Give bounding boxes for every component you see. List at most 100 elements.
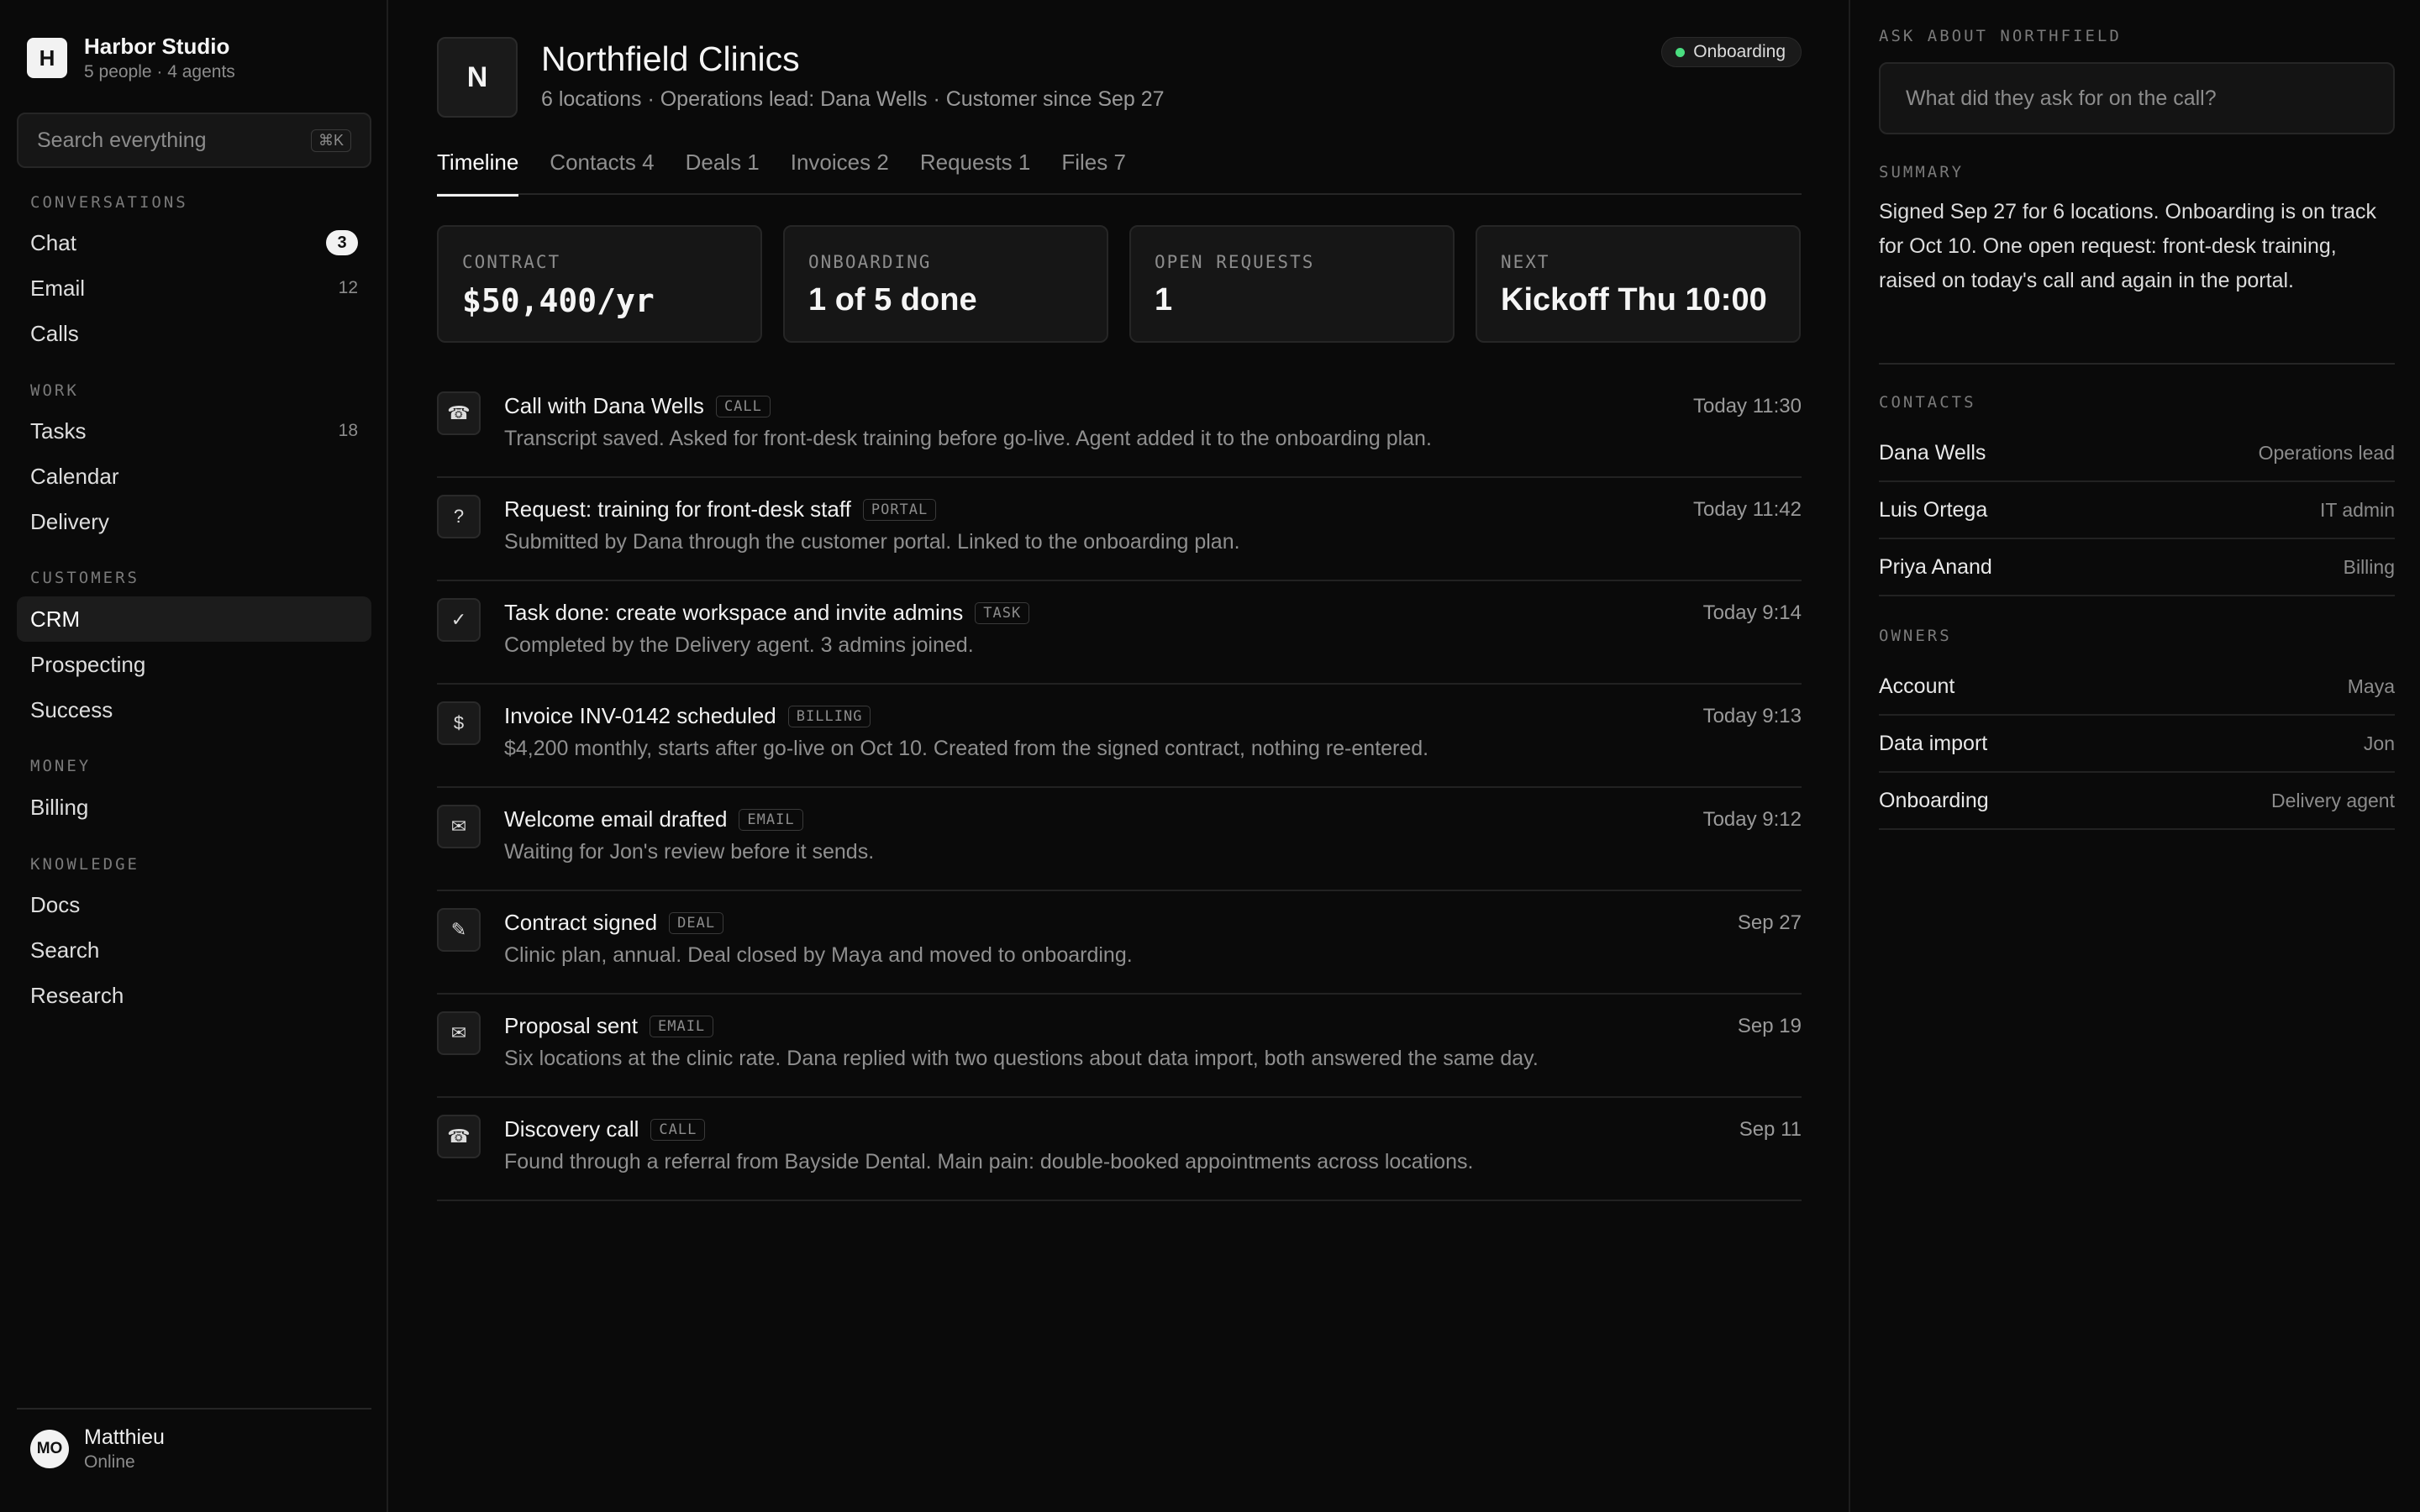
sidebar-item-search[interactable]: Search bbox=[17, 927, 371, 973]
contact-role: Billing bbox=[2343, 555, 2395, 578]
user-name: Matthieu bbox=[84, 1425, 165, 1449]
timeline-item[interactable]: ✉ Proposal sent EMAIL Six locations at t… bbox=[437, 995, 1802, 1098]
divider bbox=[1879, 363, 2395, 365]
stat-card-onboarding: ONBOARDING 1 of 5 done bbox=[783, 225, 1108, 343]
stats-row: CONTRACT $50,400/yr ONBOARDING 1 of 5 do… bbox=[437, 225, 1802, 343]
sidebar-item-tasks[interactable]: Tasks 18 bbox=[17, 408, 371, 454]
timeline-item-header: Contract signed DEAL bbox=[504, 910, 724, 936]
nav-section-money: MONEY bbox=[30, 757, 92, 775]
sidebar-item-label: Chat bbox=[30, 229, 76, 255]
timeline-item-time: Today 9:14 bbox=[1702, 601, 1802, 624]
timeline-item-tag: BILLING bbox=[787, 705, 871, 727]
timeline-item-title: Contract signed bbox=[504, 910, 658, 935]
user-profile[interactable]: MO Matthieu Online bbox=[30, 1425, 165, 1473]
timeline-item-time: Sep 11 bbox=[1739, 1118, 1802, 1141]
timeline-item-time: Sep 27 bbox=[1737, 911, 1802, 934]
tab-contacts[interactable]: Contacts 4 bbox=[550, 148, 654, 195]
contact-name: Priya Anand bbox=[1879, 554, 1992, 579]
sidebar-item-docs[interactable]: Docs bbox=[17, 882, 371, 927]
search-shortcut: ⌘K bbox=[310, 129, 351, 152]
timeline-item[interactable]: ☎ Discovery call CALL Found through a re… bbox=[437, 1098, 1802, 1201]
timeline-item[interactable]: $ Invoice INV-0142 scheduled BILLING $4,… bbox=[437, 685, 1802, 788]
timeline-item-tag: EMAIL bbox=[739, 808, 803, 831]
timeline-item-header: Invoice INV-0142 scheduled BILLING bbox=[504, 703, 871, 729]
search-input[interactable]: Search everything ⌘K bbox=[17, 113, 371, 168]
dollar-icon: $ bbox=[437, 701, 481, 745]
workspace-switcher[interactable]: H Harbor Studio 5 people · 4 agents bbox=[27, 34, 235, 82]
timeline-item-header: Task done: create workspace and invite a… bbox=[504, 600, 1030, 626]
sidebar-item-crm[interactable]: CRM bbox=[17, 596, 371, 642]
timeline-item[interactable]: ✉ Welcome email drafted EMAIL Waiting fo… bbox=[437, 788, 1802, 891]
contact-name: Dana Wells bbox=[1879, 440, 1986, 465]
timeline-item-description: Completed by the Delivery agent. 3 admin… bbox=[504, 633, 974, 657]
owner-area: Data import bbox=[1879, 731, 1988, 755]
contact-row[interactable]: Priya Anand Billing bbox=[1879, 539, 2395, 596]
timeline-item[interactable]: ✎ Contract signed DEAL Clinic plan, annu… bbox=[437, 891, 1802, 995]
sidebar-item-delivery[interactable]: Delivery bbox=[17, 499, 371, 544]
sidebar-item-label: Delivery bbox=[30, 508, 109, 534]
sidebar: H Harbor Studio 5 people · 4 agents Sear… bbox=[0, 0, 388, 1512]
timeline-item-header: Proposal sent EMAIL bbox=[504, 1013, 714, 1039]
sidebar-item-label: Search bbox=[30, 937, 100, 963]
contacts-label: CONTACTS bbox=[1879, 393, 1976, 412]
tab-requests[interactable]: Requests 1 bbox=[920, 148, 1031, 195]
sidebar-item-label: Calendar bbox=[30, 463, 119, 489]
sidebar-item-research[interactable]: Research bbox=[17, 973, 371, 1018]
stat-card-next: NEXT Kickoff Thu 10:00 bbox=[1476, 225, 1801, 343]
timeline-item-header: Welcome email drafted EMAIL bbox=[504, 806, 803, 832]
timeline-item-title: Proposal sent bbox=[504, 1013, 638, 1038]
sidebar-item-chat[interactable]: Chat 3 bbox=[17, 220, 371, 265]
owner-row[interactable]: Account Maya bbox=[1879, 659, 2395, 716]
nav-section-customers: CUSTOMERS bbox=[30, 569, 139, 587]
divider bbox=[17, 1408, 371, 1410]
user-status: Online bbox=[84, 1452, 135, 1472]
timeline-item-description: $4,200 monthly, starts after go-live on … bbox=[504, 737, 1429, 760]
sidebar-item-label: Calls bbox=[30, 320, 79, 346]
timeline: ☎ Call with Dana Wells CALL Transcript s… bbox=[437, 375, 1802, 1201]
tab-files[interactable]: Files 7 bbox=[1061, 148, 1126, 195]
timeline-item[interactable]: ? Request: training for front-desk staff… bbox=[437, 478, 1802, 581]
ask-input[interactable]: What did they ask for on the call? bbox=[1879, 62, 2395, 134]
stat-label: ONBOARDING bbox=[808, 252, 932, 272]
sidebar-item-success[interactable]: Success bbox=[17, 687, 371, 732]
details-panel: ASK ABOUT NORTHFIELD What did they ask f… bbox=[1849, 0, 2420, 1512]
sidebar-item-calls[interactable]: Calls bbox=[17, 311, 371, 356]
sidebar-item-count: 18 bbox=[338, 421, 358, 440]
question-icon: ? bbox=[437, 495, 481, 538]
timeline-item-tag: CALL bbox=[650, 1118, 706, 1141]
owner-area: Onboarding bbox=[1879, 788, 1989, 812]
contact-row[interactable]: Luis Ortega IT admin bbox=[1879, 482, 2395, 539]
timeline-item-tag: CALL bbox=[715, 395, 771, 417]
status-badge[interactable]: Onboarding bbox=[1661, 37, 1802, 67]
contact-row[interactable]: Dana Wells Operations lead bbox=[1879, 425, 2395, 482]
sidebar-item-email[interactable]: Email 12 bbox=[17, 265, 371, 311]
sidebar-item-label: Research bbox=[30, 982, 124, 1008]
owner-row[interactable]: Onboarding Delivery agent bbox=[1879, 773, 2395, 830]
tab-bar: Timeline Contacts 4 Deals 1 Invoices 2 R… bbox=[437, 148, 1802, 197]
timeline-item-tag: EMAIL bbox=[649, 1015, 714, 1037]
tab-timeline[interactable]: Timeline bbox=[437, 148, 519, 197]
timeline-item[interactable]: ☎ Call with Dana Wells CALL Transcript s… bbox=[437, 375, 1802, 478]
status-dot bbox=[1676, 47, 1686, 57]
sidebar-item-billing[interactable]: Billing bbox=[17, 785, 371, 830]
owner-name: Delivery agent bbox=[2270, 789, 2395, 811]
sidebar-item-label: Docs bbox=[30, 891, 81, 917]
timeline-item-time: Today 11:30 bbox=[1693, 395, 1802, 417]
timeline-item-title: Call with Dana Wells bbox=[504, 393, 704, 418]
timeline-item[interactable]: ✓ Task done: create workspace and invite… bbox=[437, 581, 1802, 685]
workspace-subtitle: 5 people · 4 agents bbox=[84, 62, 235, 82]
phone-icon: ☎ bbox=[437, 391, 481, 435]
timeline-item-tag: PORTAL bbox=[862, 498, 937, 521]
nav-section-conversations: CONVERSATIONS bbox=[30, 193, 188, 212]
sidebar-item-calendar[interactable]: Calendar bbox=[17, 454, 371, 499]
main-content: N Northfield Clinics 6 locations · Opera… bbox=[437, 0, 1802, 1512]
page-title: Northfield Clinics bbox=[541, 39, 800, 78]
stat-value: 1 of 5 done bbox=[808, 282, 977, 318]
timeline-item-time: Sep 19 bbox=[1737, 1015, 1802, 1037]
mail-icon: ✉ bbox=[437, 805, 481, 848]
sidebar-item-prospecting[interactable]: Prospecting bbox=[17, 642, 371, 687]
tab-invoices[interactable]: Invoices 2 bbox=[791, 148, 889, 195]
owner-row[interactable]: Data import Jon bbox=[1879, 716, 2395, 773]
timeline-item-title: Task done: create workspace and invite a… bbox=[504, 600, 964, 625]
tab-deals[interactable]: Deals 1 bbox=[686, 148, 760, 195]
